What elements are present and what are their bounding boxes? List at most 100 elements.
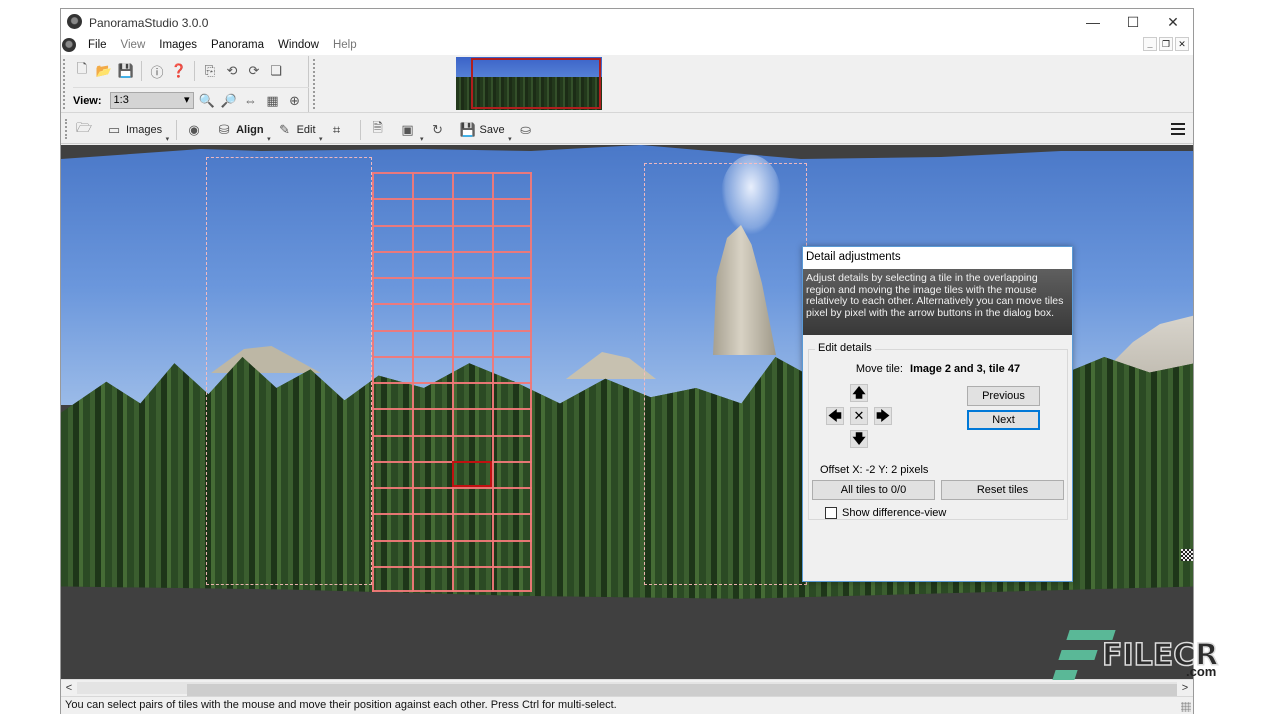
rotate-image-right-icon[interactable]: ⟳ <box>245 62 263 80</box>
navigator-viewport-frame[interactable] <box>471 58 601 109</box>
menu-view[interactable]: View <box>114 39 153 51</box>
images-icon: ▭ <box>107 122 121 137</box>
horizontal-scrollbar[interactable]: < > <box>61 679 1193 696</box>
grid-line-horizontal <box>372 408 532 411</box>
reset-tile-button[interactable]: ✕ <box>850 407 868 425</box>
edit-label: Edit <box>296 124 316 136</box>
hamburger-menu-icon[interactable] <box>1171 123 1185 135</box>
dropdown-arrow-icon[interactable]: ▾ <box>319 135 323 143</box>
menu-panorama[interactable]: Panorama <box>204 39 271 51</box>
fit-image-icon[interactable]: ▦ <box>264 92 282 110</box>
minimize-button[interactable]: — <box>1073 9 1113 35</box>
main-toolbar: 🗁 ▭ Images ▾ ◉ ⛁ Align ▾ ✎ Edit ▾ ⌗ 🗎 ▣ ▾ ↻ 💾 Sa… <box>61 114 1193 144</box>
scroll-left-button[interactable]: < <box>61 680 77 696</box>
filecr-watermark: FILECR .com <box>1046 628 1219 688</box>
images-button[interactable]: ▭ Images ▾ <box>105 121 169 143</box>
status-bar: You can select pairs of tiles with the m… <box>61 696 1193 714</box>
edit-details-group: Edit details Move tile: Image 2 and 3, t… <box>808 342 1068 520</box>
menu-window[interactable]: Window <box>271 39 326 51</box>
info-icon[interactable]: ⓘ <box>148 62 166 80</box>
selected-tile[interactable] <box>452 460 492 487</box>
save-icon: 💾 <box>459 122 476 137</box>
reset-tiles-button[interactable]: Reset tiles <box>941 480 1064 500</box>
save-button[interactable]: 💾 Save ▾ <box>459 121 511 143</box>
mdi-minimize-button[interactable]: _ <box>1143 37 1157 51</box>
arrow-right-icon: 🡆 <box>876 408 890 423</box>
crop-button[interactable]: ⌗ <box>328 121 352 139</box>
toolbar-grip[interactable] <box>65 119 68 139</box>
menu-help[interactable]: Help <box>326 39 364 51</box>
move-up-button[interactable]: 🡅 <box>850 384 868 402</box>
menu-images[interactable]: Images <box>152 39 204 51</box>
render-button[interactable]: ▣ ▾ <box>399 121 423 143</box>
view-toolbar: View: 1:3 🔍 🔎 ⇔ ▦ ⊕ <box>73 87 309 111</box>
grid-line-horizontal <box>372 513 532 516</box>
grid-line-horizontal <box>372 303 532 306</box>
resize-grip[interactable] <box>1181 702 1191 712</box>
new-document-icon[interactable]: 🗋 <box>73 61 91 80</box>
mdi-restore-button[interactable]: ❐ <box>1159 37 1173 51</box>
file-toolbar: 🗋 📂 💾 ⓘ ❓ ⎘ ⟲ ⟳ ❏ <box>73 59 285 83</box>
document-menu-icon[interactable] <box>62 38 76 52</box>
move-right-button[interactable]: 🡆 <box>874 407 892 425</box>
grid-line-horizontal <box>372 250 532 253</box>
edit-icon: ✎ <box>279 122 291 137</box>
refresh-button[interactable]: ↻ <box>429 121 453 139</box>
rotate-image-left-icon[interactable]: ⟲ <box>223 62 241 80</box>
scroll-thumb[interactable] <box>187 684 1177 696</box>
scroll-track[interactable] <box>77 682 1177 696</box>
view-zoom-select[interactable]: 1:3 <box>109 92 194 109</box>
fit-width-icon[interactable]: ⇔ <box>242 92 260 110</box>
show-difference-view-checkbox[interactable]: Show difference-view <box>825 507 946 519</box>
grid-line-horizontal <box>372 198 532 201</box>
dropdown-arrow-icon[interactable]: ▾ <box>508 135 512 143</box>
offset-readout: Offset X: -2 Y: 2 pixels <box>820 464 929 476</box>
previous-button[interactable]: Previous <box>967 386 1040 406</box>
import-images-icon[interactable]: ⎘ <box>201 62 219 80</box>
grid-hash-icon[interactable]: ⊕ <box>286 92 304 110</box>
zoom-out-icon[interactable]: 🔎 <box>220 92 238 110</box>
move-left-button[interactable]: 🡄 <box>826 407 844 425</box>
panorama-navigator-thumbnail[interactable] <box>456 57 602 110</box>
open-project-button[interactable]: 🗁 <box>75 120 99 139</box>
watermark-suffix: .com <box>1186 664 1217 679</box>
edit-button[interactable]: ✎ Edit ▾ <box>276 121 322 143</box>
menu-file[interactable]: File <box>81 39 114 51</box>
publish-button[interactable]: ⛀ <box>517 121 541 139</box>
watermark-logo-bar <box>1058 650 1098 660</box>
close-button[interactable]: ✕ <box>1153 9 1193 35</box>
overlap-tile-grid[interactable] <box>372 172 532 592</box>
dialog-title[interactable]: Detail adjustments <box>803 247 1072 269</box>
all-tiles-to-zero-button[interactable]: All tiles to 0/0 <box>812 480 935 500</box>
move-tile-label: Move tile: <box>855 363 903 375</box>
toolbar-group: 🗋 📂 💾 ⓘ ❓ ⎘ ⟲ ⟳ ❏ View: 1:3 🔍 🔎 ⇔ ▦ ⊕ <box>65 56 309 112</box>
checkbox-box[interactable] <box>825 507 837 519</box>
align-button[interactable]: ⛁ Align ▾ <box>215 121 271 143</box>
stitch-button[interactable]: ◉ <box>185 121 209 139</box>
zoom-in-icon[interactable]: 🔍 <box>198 92 216 110</box>
save-disk-icon[interactable]: 💾 <box>117 62 135 80</box>
export-button[interactable]: 🗎 <box>369 120 393 139</box>
grid-line-horizontal <box>372 355 532 358</box>
dropdown-arrow-icon[interactable]: ▾ <box>166 135 170 143</box>
status-text: You can select pairs of tiles with the m… <box>65 699 617 711</box>
arrow-down-icon: 🡇 <box>852 431 866 446</box>
view-label: View: <box>73 94 102 107</box>
open-project-icon: 🗁 <box>75 120 93 135</box>
grid-line-horizontal <box>372 487 532 489</box>
mdi-close-button[interactable]: ✕ <box>1175 37 1189 51</box>
toolbar-separator <box>194 61 195 81</box>
help-icon[interactable]: ❓ <box>170 62 188 80</box>
open-folder-icon[interactable]: 📂 <box>95 62 113 80</box>
dropdown-arrow-icon[interactable]: ▾ <box>267 135 271 143</box>
maximize-button[interactable]: ☐ <box>1113 9 1153 35</box>
move-down-button[interactable]: 🡇 <box>850 430 868 448</box>
grid-line-horizontal <box>372 224 532 227</box>
image-boundary-right <box>644 163 807 585</box>
copy-image-icon[interactable]: ❏ <box>267 62 285 80</box>
next-button[interactable]: Next <box>967 410 1040 430</box>
grid-line-horizontal <box>372 382 532 384</box>
dropdown-arrow-icon[interactable]: ▾ <box>420 135 424 143</box>
grid-line-horizontal <box>372 565 532 568</box>
toolbar-grip[interactable] <box>313 59 315 109</box>
